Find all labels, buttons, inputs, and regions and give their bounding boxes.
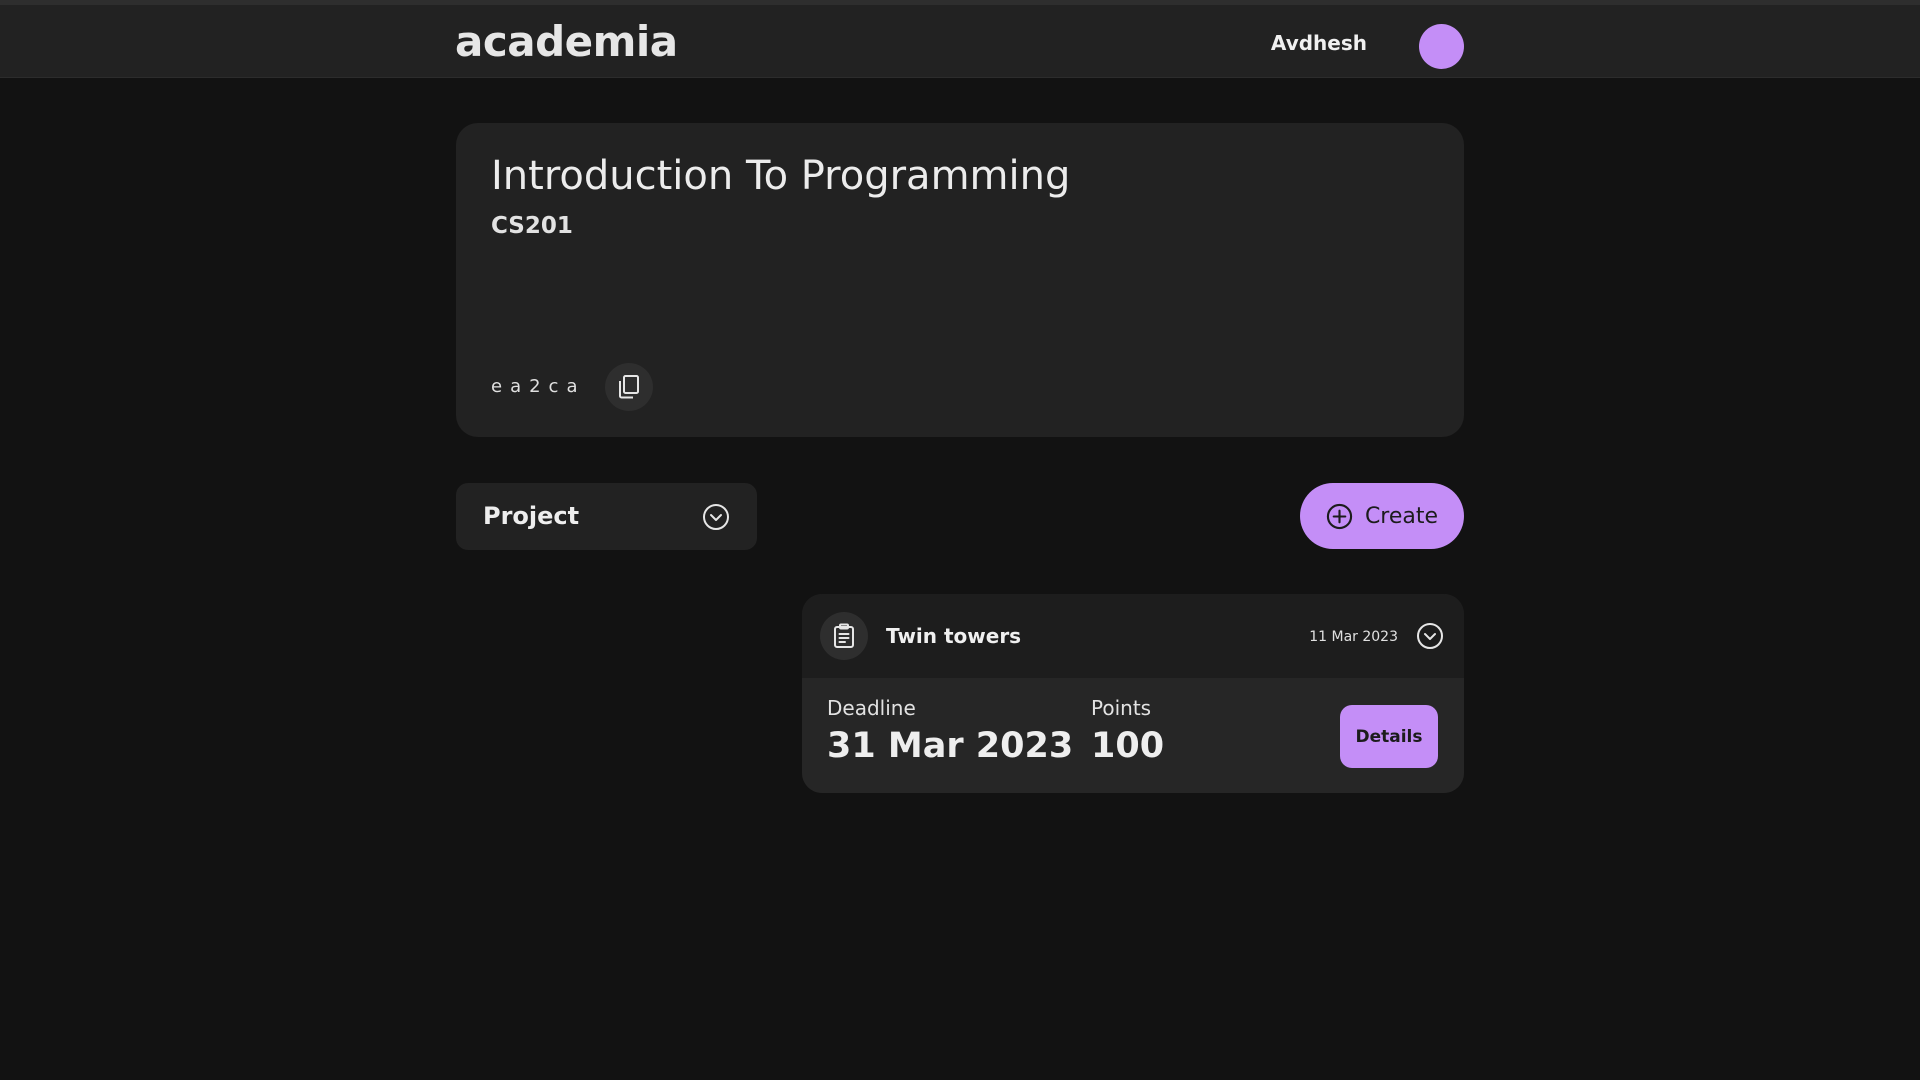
- category-filter-select[interactable]: Project: [456, 483, 757, 550]
- assignment-title: Twin towers: [886, 624, 1022, 648]
- chevron-down-circle-icon: [703, 504, 729, 530]
- plus-circle-icon: [1326, 503, 1353, 529]
- assignment-header[interactable]: Twin towers 11 Mar 2023: [802, 594, 1464, 678]
- points-label: Points: [1091, 696, 1152, 720]
- clipboard-icon: [834, 623, 854, 648]
- class-join-code: ea2ca: [491, 376, 586, 397]
- create-label: Create: [1364, 503, 1439, 529]
- assignment-icon-badge: [820, 612, 868, 660]
- assignment-card: Twin towers 11 Mar 2023 Deadline 31 Mar …: [802, 594, 1464, 793]
- user-name: Avdhesh: [1270, 31, 1367, 55]
- filter-label: Project: [483, 502, 580, 530]
- avatar[interactable]: [1419, 24, 1464, 69]
- details-button[interactable]: Details: [1340, 705, 1438, 768]
- app-logo[interactable]: academia: [455, 17, 678, 66]
- course-code: CS201: [491, 213, 573, 239]
- create-button[interactable]: Create: [1300, 483, 1464, 549]
- app-header: academia Avdhesh: [0, 5, 1920, 78]
- copy-icon: [619, 375, 639, 399]
- course-banner: Introduction To Programming CS201 ea2ca: [456, 123, 1464, 437]
- points-value: 100: [1091, 726, 1165, 766]
- assignment-body: Deadline 31 Mar 2023 Points 100 Details: [802, 678, 1464, 793]
- deadline-value: 31 Mar 2023: [827, 726, 1074, 766]
- assignment-posted-date: 11 Mar 2023: [1309, 629, 1398, 645]
- chevron-down-circle-icon[interactable]: [1416, 622, 1444, 650]
- course-title: Introduction To Programming: [491, 153, 1071, 199]
- deadline-label: Deadline: [827, 696, 916, 720]
- copy-code-button[interactable]: [605, 363, 653, 411]
